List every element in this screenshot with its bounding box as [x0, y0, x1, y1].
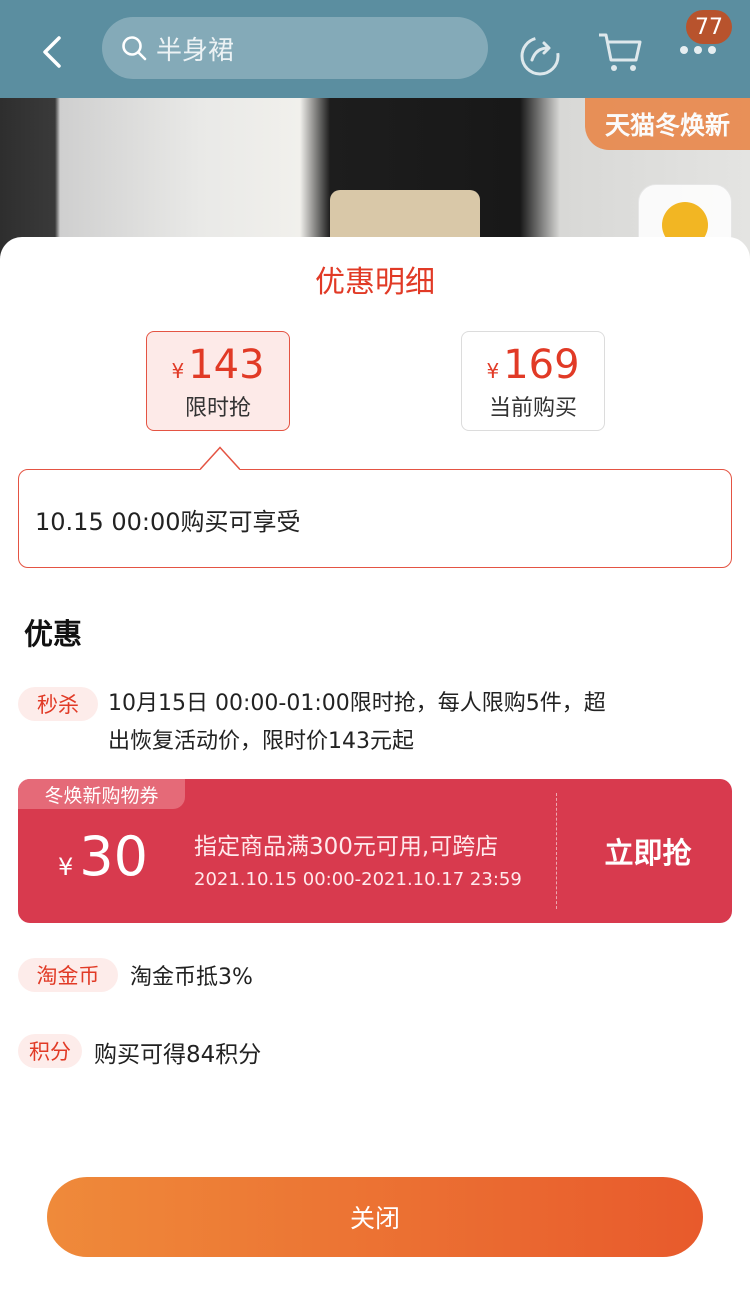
search-input[interactable]: 半身裙 [102, 17, 488, 79]
points-text: 购买可得84积分 [94, 1042, 262, 1068]
cart-icon[interactable] [596, 30, 644, 74]
search-icon [122, 36, 147, 61]
discount-section-title: 优惠 [24, 617, 83, 651]
coupon-condition: 指定商品满300元可用,可跨店 [194, 834, 499, 860]
discount-detail-sheet: 优惠明细 ¥ 143 限时抢 ¥ 169 当前购买 10.15 00:00购买可… [0, 237, 750, 1304]
flash-sale-description: 10月15日 00:00-01:00限时抢，每人限购5件，超 出恢复活动价，限时… [108, 685, 688, 761]
claim-coupon-button[interactable]: 立即抢 [578, 829, 718, 873]
chevron-left-icon [43, 36, 61, 68]
close-button[interactable]: 关闭 [47, 1177, 703, 1257]
share-icon[interactable] [516, 30, 564, 78]
price-tab-label: 当前购买 [488, 396, 577, 421]
gold-coin-text: 淘金币抵3% [130, 965, 253, 990]
coupon-card: 冬焕新购物券 ¥ 30 指定商品满300元可用,可跨店 2021.10.15 0… [18, 779, 732, 923]
currency-symbol: ¥ [58, 853, 74, 881]
cart-badge: 77 [686, 10, 732, 44]
price-info-text: 10.15 00:00购买可享受 [35, 508, 301, 536]
sheet-title: 优惠明细 [315, 265, 435, 300]
price-tab-current[interactable]: ¥ 169 当前购买 [461, 331, 605, 431]
currency-symbol: ¥ [171, 359, 185, 383]
currency-symbol: ¥ [486, 359, 500, 383]
flash-sale-line-1: 10月15日 00:00-01:00限时抢，每人限购5件，超 [108, 691, 606, 716]
coupon-amount: ¥ 30 [58, 827, 148, 887]
points-tag: 积分 [18, 1034, 82, 1068]
flash-sale-tag: 秒杀 [18, 687, 98, 721]
price-value: 143 [188, 342, 265, 388]
pointer-arrow-icon [200, 446, 240, 470]
coupon-validity: 2021.10.15 00:00-2021.10.17 23:59 [194, 869, 522, 890]
back-button[interactable] [32, 30, 72, 74]
price-value: 169 [503, 342, 580, 388]
coupon-divider [556, 793, 557, 909]
promo-tag: 天猫冬焕新 [585, 98, 750, 150]
coupon-tag: 冬焕新购物券 [18, 779, 185, 809]
search-placeholder: 半身裙 [156, 35, 235, 66]
gold-coin-tag: 淘金币 [18, 958, 118, 992]
price-info-box: 10.15 00:00购买可享受 [18, 469, 732, 568]
flash-sale-line-2: 出恢复活动价，限时价143元起 [108, 729, 414, 754]
price-tab-flash[interactable]: ¥ 143 限时抢 [146, 331, 290, 431]
coupon-value: 30 [79, 825, 148, 888]
price-tab-label: 限时抢 [184, 396, 251, 421]
